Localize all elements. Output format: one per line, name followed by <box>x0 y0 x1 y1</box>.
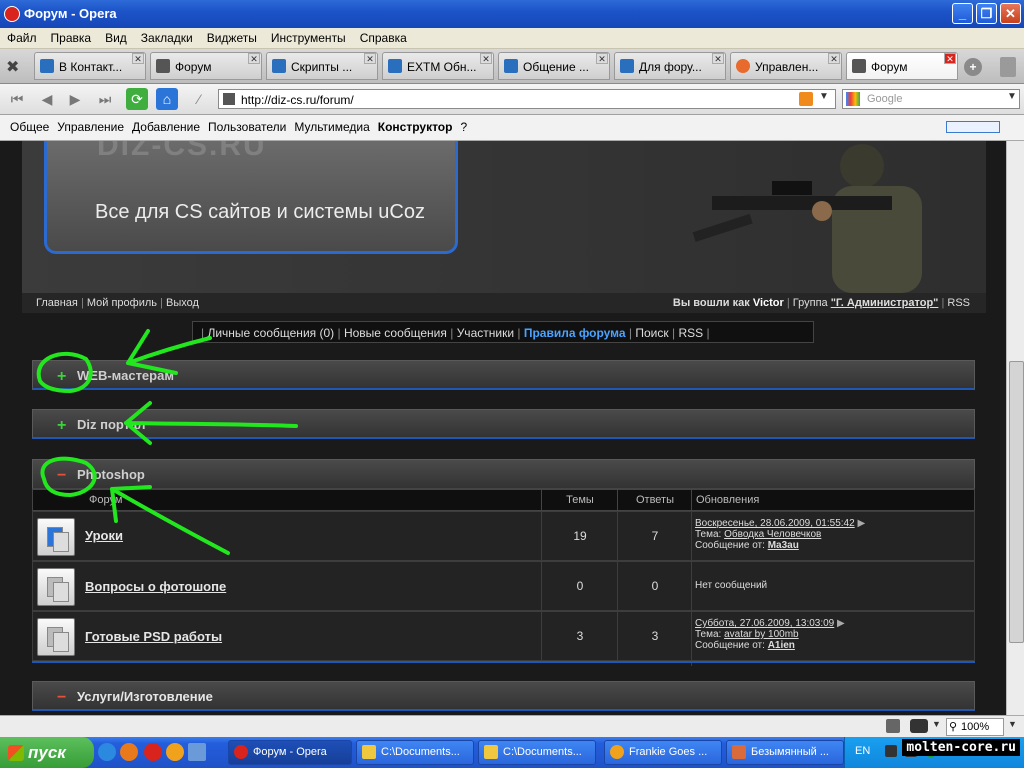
ucoz-add[interactable]: Добавление <box>128 115 204 140</box>
cs-icon <box>852 59 866 73</box>
menu-edit[interactable]: Правка <box>44 28 99 48</box>
windows-taskbar: пуск Форум - Opera C:\Documents... C:\Do… <box>0 737 1024 768</box>
vk-icon <box>40 59 54 73</box>
ucoz-icon <box>272 59 286 73</box>
menu-widgets[interactable]: Виджеты <box>200 28 264 48</box>
maximize-button[interactable]: ❐ <box>976 3 997 24</box>
opera-quicklaunch-icon[interactable] <box>144 743 162 761</box>
zoom-dropdown-icon[interactable]: ▼ <box>1008 719 1017 729</box>
reload-icon[interactable]: ⟳ <box>126 88 148 110</box>
start-button[interactable]: пуск <box>0 737 94 768</box>
paint-icon <box>732 745 746 759</box>
address-dropdown-icon[interactable]: ▼ <box>819 91 829 102</box>
ucoz-multimedia[interactable]: Мультимедиа <box>290 115 373 140</box>
zoom-icon: ⚲ <box>949 721 958 733</box>
ie-icon[interactable] <box>98 743 116 761</box>
opera-icon <box>234 745 248 759</box>
tab-vkontakte[interactable]: В Контакт... ✕ <box>34 52 146 80</box>
menu-file[interactable]: Файл <box>0 28 44 48</box>
site-favicon <box>223 93 235 105</box>
fast-forward-icon[interactable]: ⏭ <box>94 88 116 110</box>
watermark: molten-core.ru <box>902 739 1020 756</box>
search-dropdown-icon[interactable]: ▼ <box>1007 91 1017 102</box>
taskbar-opera[interactable]: Форум - Opera <box>228 740 352 765</box>
ucoz-users[interactable]: Пользователи <box>204 115 290 140</box>
tab-bar: ✖ В Контакт... ✕ Форум ✕ Скрипты ... ✕ EXTM… <box>0 49 1024 84</box>
tab-close-icon[interactable]: ✕ <box>596 53 608 64</box>
address-toolbar: ⏮ ◀ ▶ ⏭ ⟳ ⌂ ⁄ http://diz-cs.ru/forum/ ▼ … <box>0 84 1024 115</box>
tab-close-icon[interactable]: ✕ <box>364 53 376 64</box>
tab-forum-active[interactable]: Форум ✕ <box>846 52 958 80</box>
wand-icon[interactable]: ⁄ <box>188 88 210 110</box>
tab-close-icon[interactable]: ✕ <box>248 53 260 64</box>
taskbar-folder-2[interactable]: C:\Documents... <box>478 740 596 765</box>
tab-close-icon[interactable]: ✕ <box>132 53 144 64</box>
aimp-icon <box>610 745 624 759</box>
camera-icon[interactable] <box>910 719 928 733</box>
folder-icon <box>484 745 498 759</box>
ucoz-constructor[interactable]: Конструктор <box>374 115 457 140</box>
ucoz-admin-icon <box>736 59 750 73</box>
tools-status-icon[interactable] <box>886 719 900 733</box>
rewind-icon[interactable]: ⏮ <box>6 88 28 110</box>
ucoz-icon <box>388 59 402 73</box>
taskbar-paint[interactable]: Безымянный ... <box>726 740 844 765</box>
window-title: Форум - Opera <box>24 6 117 21</box>
scrollbar-thumb[interactable] <box>1009 361 1024 643</box>
menu-help[interactable]: Справка <box>353 28 414 48</box>
address-text: http://diz-cs.ru/forum/ <box>241 93 354 107</box>
tab-upravlenie[interactable]: Управлен... ✕ <box>730 52 842 80</box>
forward-icon[interactable]: ▶ <box>64 88 86 110</box>
taskbar-aimp[interactable]: Frankie Goes ... <box>604 740 722 765</box>
tools-icon[interactable]: ✖ <box>6 57 26 77</box>
opera-icon <box>4 6 20 22</box>
tab-forum-1[interactable]: Форум ✕ <box>150 52 262 80</box>
ucoz-management[interactable]: Управление <box>53 115 128 140</box>
minimize-button[interactable]: _ <box>952 3 973 24</box>
tab-close-icon[interactable]: ✕ <box>480 53 492 64</box>
tab-scripts[interactable]: Скрипты ... ✕ <box>266 52 378 80</box>
tab-close-icon[interactable]: ✕ <box>828 53 840 64</box>
window-titlebar[interactable]: Форум - Opera _ ❐ ✕ <box>0 0 1024 28</box>
search-input[interactable]: Google ▼ <box>842 89 1020 109</box>
green-annotation-overlay <box>36 329 298 555</box>
page-content: DIZ-CS.RU Все для CS сайтов и системы uC… <box>0 141 1024 715</box>
tab-extm[interactable]: EXTM Обн... ✕ <box>382 52 494 80</box>
tray-icon[interactable] <box>885 745 897 757</box>
ucoz-admin-panel: Общее Управление Добавление Пользователи Мул… <box>0 115 1024 141</box>
cs-icon <box>156 59 170 73</box>
close-button[interactable]: ✕ <box>1000 3 1021 24</box>
menu-tools[interactable]: Инструменты <box>264 28 353 48</box>
menu-bar: Файл Правка Вид Закладки Виджеты Инструменты С… <box>0 28 1024 49</box>
ucoz-general[interactable]: Общее <box>6 115 53 140</box>
menu-bookmarks[interactable]: Закладки <box>134 28 200 48</box>
language-indicator[interactable]: EN <box>855 745 870 757</box>
panel-slider[interactable] <box>946 121 1000 133</box>
camera-dropdown-icon[interactable]: ▼ <box>932 719 941 729</box>
ucoz-help[interactable]: ? <box>456 115 471 140</box>
taskbar-folder-1[interactable]: C:\Documents... <box>356 740 474 765</box>
ucoz-icon <box>504 59 518 73</box>
google-icon <box>846 92 860 106</box>
home-icon[interactable]: ⌂ <box>156 88 178 110</box>
new-tab-icon[interactable]: + <box>964 58 982 76</box>
tab-close-icon[interactable]: ✕ <box>944 53 956 64</box>
folder-icon <box>362 745 376 759</box>
tab-obshchenie[interactable]: Общение ... ✕ <box>498 52 610 80</box>
desktop-icon[interactable] <box>188 743 206 761</box>
tab-close-icon[interactable]: ✕ <box>712 53 724 64</box>
firefox-icon[interactable] <box>120 743 138 761</box>
trash-icon[interactable] <box>1000 57 1016 77</box>
address-input[interactable]: http://diz-cs.ru/forum/ ▼ <box>218 89 836 109</box>
back-icon[interactable]: ◀ <box>36 88 58 110</box>
windows-logo-icon <box>8 745 24 761</box>
rss-feed-icon[interactable] <box>799 92 813 106</box>
tab-dlya-foruma[interactable]: Для фору... ✕ <box>614 52 726 80</box>
browser-status-bar: ▼ ⚲ 100% ▼ <box>0 715 1024 738</box>
aimp-icon[interactable] <box>166 743 184 761</box>
page-scrollbar[interactable] <box>1006 141 1024 715</box>
menu-view[interactable]: Вид <box>98 28 134 48</box>
ucoz-icon <box>620 59 634 73</box>
zoom-control[interactable]: ⚲ 100% <box>946 718 1004 736</box>
